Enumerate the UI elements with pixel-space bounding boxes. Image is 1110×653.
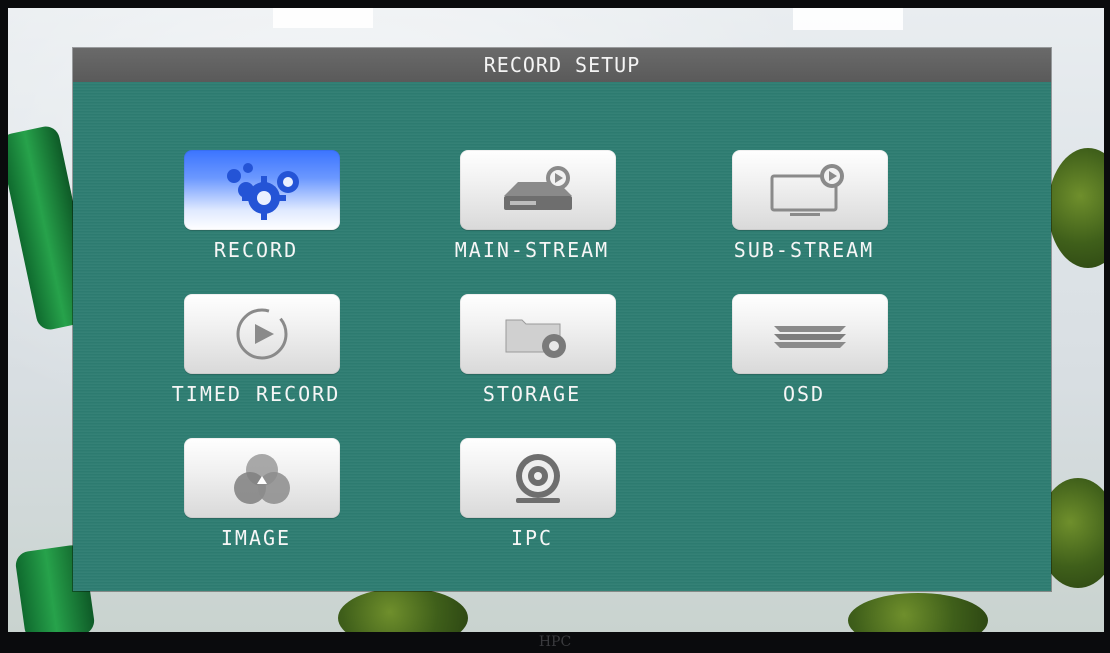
monitor-brand: HPC [538,634,572,650]
sub-stream-button[interactable] [732,150,888,230]
menu-item-label: RECORD [213,238,299,262]
menu-item-image[interactable]: IMAGE [141,438,371,558]
background-plant [1048,148,1104,268]
menu-item-label: IMAGE [220,526,292,550]
folder-gear-icon [505,319,566,358]
menu-item-label: IPC [510,526,554,550]
menu-item-storage[interactable]: STORAGE [417,294,647,414]
menu-item-timed-record[interactable]: TIMED RECORD [141,294,371,414]
background-plant [848,593,988,632]
hard-drive-stream-icon [504,166,572,210]
menu-item-label: SUB-STREAM [733,238,875,262]
menu-item-label: TIMED RECORD [171,382,341,406]
color-circles-icon [234,454,290,504]
gears-icon [227,163,299,220]
storage-button[interactable] [460,294,616,374]
monitor-stream-icon [770,164,844,216]
menu-item-label: OSD [782,382,826,406]
layers-icon [774,326,846,348]
menu-item-ipc[interactable]: IPC [417,438,647,558]
menu-item-label: STORAGE [482,382,582,406]
menu-item-main-stream[interactable]: MAIN-STREAM [417,150,647,270]
main-stream-button[interactable] [460,150,616,230]
ceiling-light [273,8,373,28]
ipc-button[interactable] [460,438,616,518]
menu-item-label: MAIN-STREAM [454,238,610,262]
background-plant [338,588,468,632]
camera-icon [516,454,560,503]
osd-button[interactable] [732,294,888,374]
ceiling-light [793,8,903,30]
record-setup-dialog: RECORD SETUP RECORD MAIN-STREAM SUB-STRE… [73,48,1051,591]
timed-record-button[interactable] [184,294,340,374]
record-button[interactable] [184,150,340,230]
image-button[interactable] [184,438,340,518]
menu-item-osd[interactable]: OSD [689,294,919,414]
dialog-title: RECORD SETUP [73,48,1051,82]
timer-play-icon [236,308,288,360]
menu-item-record[interactable]: RECORD [141,150,371,270]
menu-item-sub-stream[interactable]: SUB-STREAM [689,150,919,270]
